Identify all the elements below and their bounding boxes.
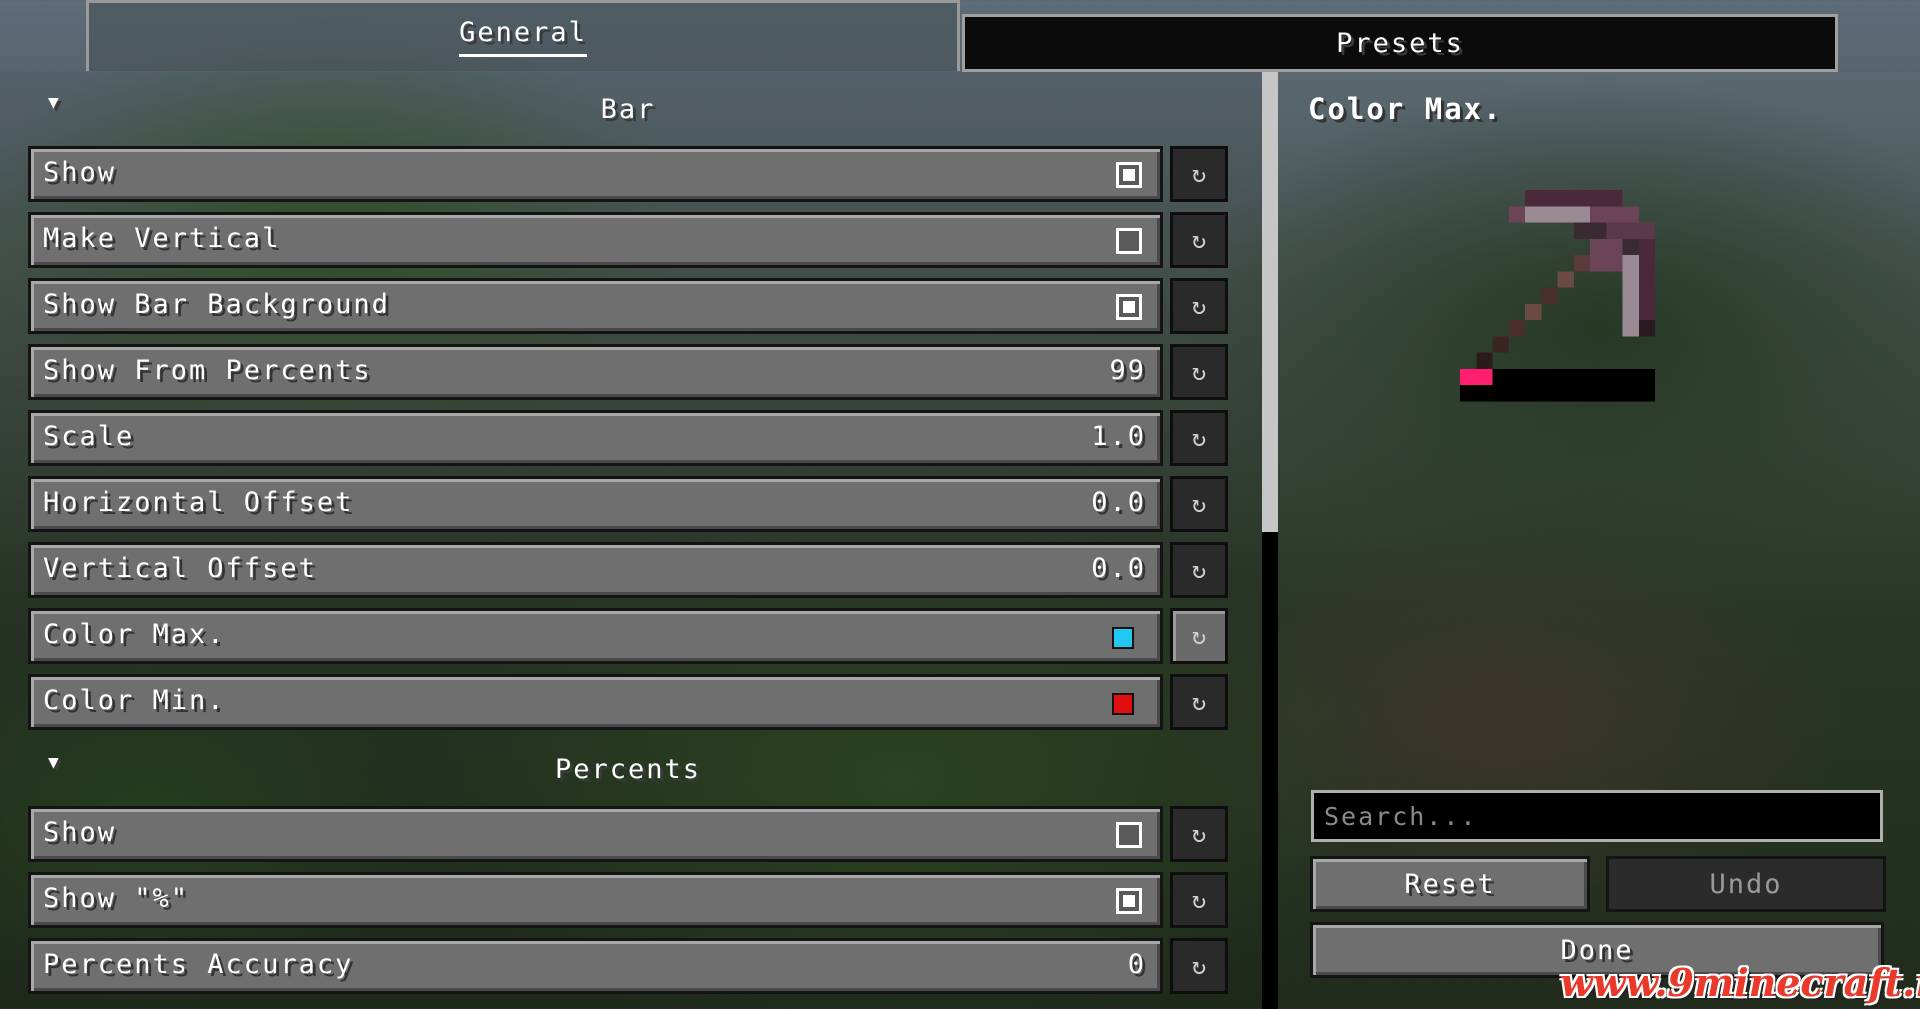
section-title: Percents: [554, 753, 702, 785]
reset-arrow-icon: ↻: [1191, 688, 1207, 716]
pickaxe-icon: [1460, 190, 1655, 402]
tab-bar: General Presets: [0, 0, 1920, 72]
reset-option-button[interactable]: ↻: [1170, 476, 1228, 532]
option-label: Percents Accuracy: [43, 949, 354, 980]
option-field[interactable]: Percents Accuracy 0: [28, 938, 1163, 994]
option-value: 0.0: [1091, 487, 1146, 518]
reset-arrow-icon: ↻: [1191, 358, 1207, 386]
color-swatch: [1112, 693, 1134, 715]
reset-option-button[interactable]: ↻: [1170, 674, 1228, 730]
option-field[interactable]: Show "%": [28, 872, 1163, 928]
checkbox[interactable]: [1116, 228, 1142, 254]
option-label: Show From Percents: [43, 355, 372, 386]
checkbox[interactable]: [1116, 822, 1142, 848]
option-label: Show: [43, 157, 117, 188]
reset-option-button[interactable]: ↻: [1170, 212, 1228, 268]
option-field[interactable]: Show From Percents 99: [28, 344, 1163, 400]
section-header-1[interactable]: ▼ Percents: [28, 744, 1228, 794]
option-label: Show: [43, 817, 117, 848]
reset-option-button[interactable]: ↻: [1170, 542, 1228, 598]
config-row: Scale 1.0 ↻: [28, 410, 1228, 466]
tab-general-label: General: [459, 17, 587, 57]
reset-button[interactable]: Reset: [1310, 856, 1590, 912]
option-field[interactable]: Scale 1.0: [28, 410, 1163, 466]
config-row: Show ↻: [28, 146, 1228, 202]
reset-arrow-icon: ↻: [1191, 886, 1207, 914]
checkbox[interactable]: [1116, 888, 1142, 914]
color-swatch: [1112, 627, 1134, 649]
option-field[interactable]: Show: [28, 806, 1163, 862]
config-row: Color Min. ↻: [28, 674, 1228, 730]
reset-arrow-icon: ↻: [1191, 424, 1207, 452]
reset-arrow-icon: ↻: [1191, 226, 1207, 254]
option-label: Color Max.: [43, 619, 226, 650]
undo-button[interactable]: Undo: [1606, 856, 1886, 912]
config-row: Vertical Offset 0.0 ↻: [28, 542, 1228, 598]
scrollbar-thumb[interactable]: [1262, 72, 1278, 532]
reset-option-button[interactable]: ↻: [1170, 146, 1228, 202]
collapse-arrow-icon[interactable]: ▼: [48, 752, 61, 773]
reset-arrow-icon: ↻: [1191, 622, 1207, 650]
option-field[interactable]: Horizontal Offset 0.0: [28, 476, 1163, 532]
tab-presets[interactable]: Presets: [962, 14, 1838, 72]
option-field[interactable]: Color Min.: [28, 674, 1163, 730]
config-row: Color Max. ↻: [28, 608, 1228, 664]
reset-option-button[interactable]: ↻: [1170, 278, 1228, 334]
reset-arrow-icon: ↻: [1191, 160, 1207, 188]
watermark-logo: www.9minecraft.net: [1560, 960, 1920, 1005]
option-value: 0: [1127, 949, 1146, 980]
reset-option-button[interactable]: ↻: [1170, 872, 1228, 928]
search-input[interactable]: [1311, 790, 1883, 842]
option-field[interactable]: Make Vertical: [28, 212, 1163, 268]
option-label: Scale: [43, 421, 135, 452]
section-title: Bar: [600, 93, 656, 125]
section-header-0[interactable]: ▼ Bar: [28, 84, 1228, 134]
tab-presets-label: Presets: [1336, 27, 1464, 59]
collapse-arrow-icon[interactable]: ▼: [48, 92, 61, 113]
reset-option-button[interactable]: ↻: [1170, 806, 1228, 862]
option-label: Show "%": [43, 883, 190, 914]
reset-arrow-icon: ↻: [1191, 490, 1207, 518]
reset-option-button[interactable]: ↻: [1170, 410, 1228, 466]
tab-general[interactable]: General: [86, 0, 960, 71]
reset-option-button[interactable]: ↻: [1170, 608, 1228, 664]
checkbox[interactable]: [1116, 162, 1142, 188]
reset-arrow-icon: ↻: [1191, 556, 1207, 584]
option-value: 1.0: [1091, 421, 1146, 452]
reset-option-button[interactable]: ↻: [1170, 938, 1228, 994]
reset-arrow-icon: ↻: [1191, 952, 1207, 980]
option-field[interactable]: Show Bar Background: [28, 278, 1163, 334]
config-row: Horizontal Offset 0.0 ↻: [28, 476, 1228, 532]
option-field[interactable]: Color Max.: [28, 608, 1163, 664]
details-title: Color Max.: [1308, 92, 1503, 126]
config-row: Show "%" ↻: [28, 872, 1228, 928]
reset-option-button[interactable]: ↻: [1170, 344, 1228, 400]
option-label: Vertical Offset: [43, 553, 317, 584]
config-row: Percents Accuracy 0 ↻: [28, 938, 1228, 994]
option-label: Horizontal Offset: [43, 487, 354, 518]
option-label: Color Min.: [43, 685, 226, 716]
option-label: Show Bar Background: [43, 289, 390, 320]
config-row: Make Vertical ↻: [28, 212, 1228, 268]
option-field[interactable]: Show: [28, 146, 1163, 202]
config-row: Show ↻: [28, 806, 1228, 862]
option-value: 0.0: [1091, 553, 1146, 584]
config-row: Show Bar Background ↻: [28, 278, 1228, 334]
option-value: 99: [1109, 355, 1146, 386]
option-field[interactable]: Vertical Offset 0.0: [28, 542, 1163, 598]
checkbox[interactable]: [1116, 294, 1142, 320]
reset-arrow-icon: ↻: [1191, 292, 1207, 320]
config-row: Show From Percents 99 ↻: [28, 344, 1228, 400]
reset-arrow-icon: ↻: [1191, 820, 1207, 848]
option-label: Make Vertical: [43, 223, 281, 254]
